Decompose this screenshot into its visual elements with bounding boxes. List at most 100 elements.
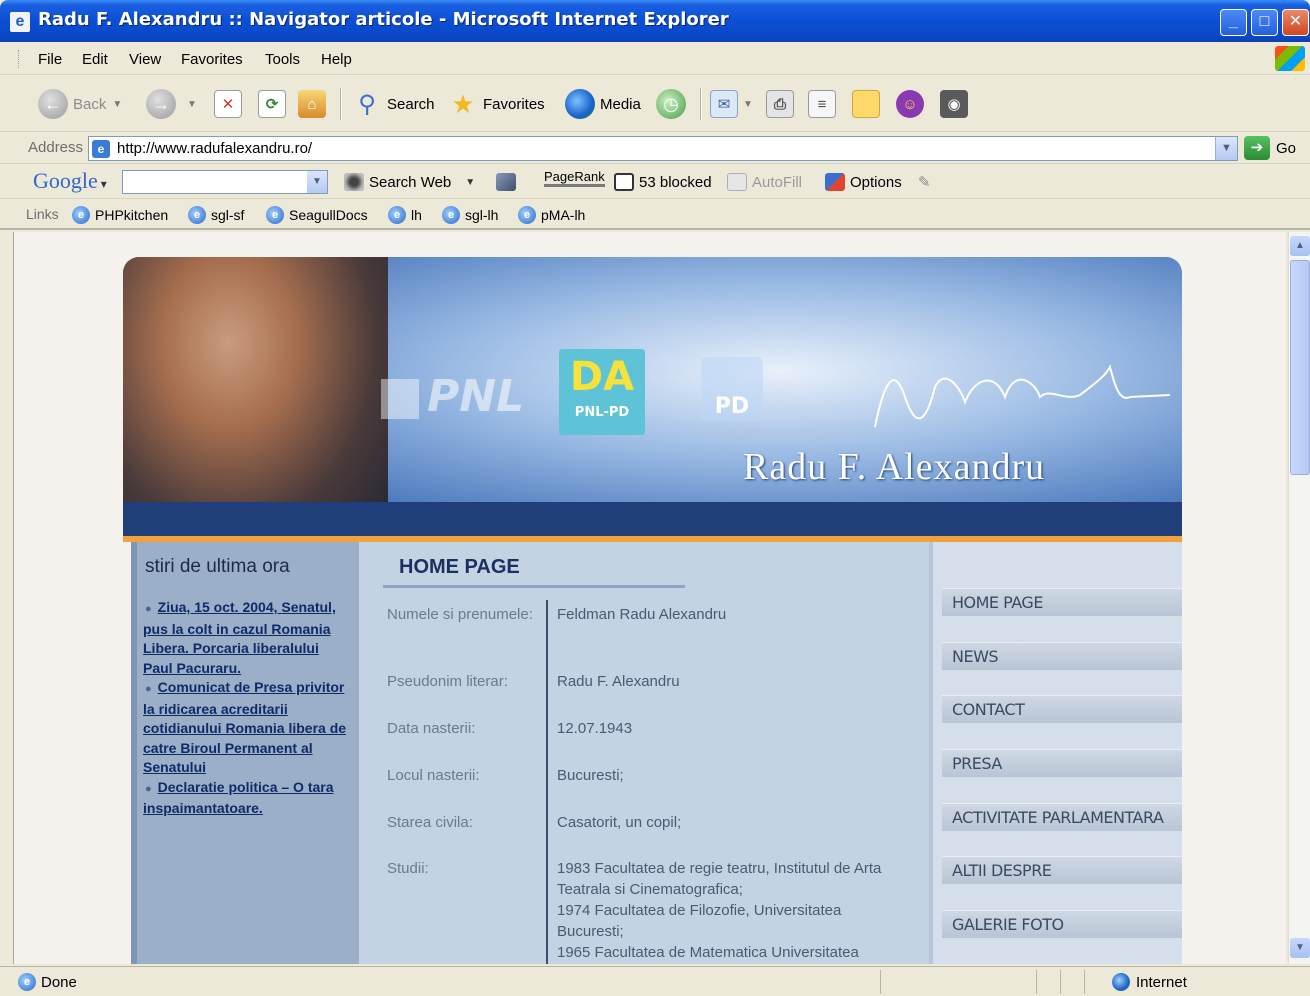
nav-home-page[interactable]: HOME PAGE — [942, 588, 1182, 616]
scroll-thumb[interactable] — [1290, 260, 1310, 475]
google-search-input[interactable]: ▼ — [122, 170, 328, 194]
popup-blocker-button[interactable]: 53 blocked — [614, 173, 712, 191]
ie-page-icon: e — [518, 206, 536, 224]
profile-value: Bucuresti; — [557, 767, 624, 784]
menu-file[interactable]: File — [38, 51, 62, 68]
google-toolbar: Google ▾ ▼ Search Web ▼ PageRank 53 bloc… — [0, 165, 1310, 199]
link-phpkitchen[interactable]: e PHPkitchen — [72, 206, 168, 224]
link-label: lh — [411, 207, 422, 223]
go-button[interactable]: ➔ Go — [1244, 136, 1296, 160]
google-search-dropdown-icon[interactable]: ▼ — [307, 171, 327, 193]
link-seagulldocs[interactable]: e SeagullDocs — [266, 206, 368, 224]
main-content: HOME PAGE Numele si prenumele: Feldman R… — [359, 542, 929, 964]
maximize-button[interactable]: □ — [1251, 9, 1278, 36]
news-link[interactable]: Declaratie politica – O tara inspaimanta… — [143, 779, 334, 817]
window-left-edge — [0, 232, 14, 964]
refresh-button[interactable]: ⟳ — [258, 86, 291, 122]
autofill-button[interactable]: AutoFill — [727, 173, 802, 191]
ie-page-icon: e — [72, 206, 90, 224]
scroll-down-icon[interactable]: ▼ — [1290, 938, 1310, 958]
vertical-scrollbar[interactable]: ▲ ▼ — [1288, 232, 1310, 964]
nav-altii-despre[interactable]: ALTII DESPRE — [942, 856, 1182, 884]
bullet-icon: ● — [145, 683, 152, 695]
status-bar: e Done Internet — [0, 966, 1310, 996]
search-web-label: Search Web — [369, 173, 452, 191]
mail-icon: ✉ — [710, 90, 738, 118]
search-web-dropdown-icon[interactable]: ▼ — [465, 177, 475, 188]
toolbar-separator — [340, 88, 342, 120]
options-button[interactable]: Options — [825, 173, 902, 191]
menu-tools[interactable]: Tools — [265, 51, 300, 68]
ie-app-icon[interactable]: e — [10, 12, 30, 32]
close-button[interactable]: ✕ — [1282, 9, 1309, 36]
website: PNL DA PNL-PD PD Radu F. Alexandru stiri… — [123, 257, 1182, 964]
search-button[interactable]: ⚲ Search — [352, 86, 434, 122]
nav-news[interactable]: NEWS — [942, 642, 1182, 670]
nav-galerie-foto[interactable]: GALERIE FOTO — [942, 910, 1182, 938]
discuss-button[interactable] — [852, 86, 885, 122]
edit-page-icon: ≡ — [808, 90, 836, 118]
link-label: pMA-lh — [541, 207, 586, 223]
internet-globe-icon — [1112, 973, 1130, 991]
mail-button[interactable]: ✉ ▼ — [710, 86, 753, 122]
forward-button[interactable]: → ▼ — [146, 86, 197, 122]
go-arrow-icon: ➔ — [1244, 136, 1270, 160]
site-owner-name: Radu F. Alexandru — [743, 446, 1046, 488]
research-button[interactable]: ◉ — [940, 86, 973, 122]
security-zone: Internet — [1112, 973, 1187, 991]
back-dropdown-icon[interactable]: ▼ — [112, 99, 122, 110]
link-pma-lh[interactable]: e pMA-lh — [518, 206, 585, 224]
profile-value: 12.07.1943 — [557, 720, 633, 737]
nav-activitate-parlamentara[interactable]: ACTIVITATE PARLAMENTARA — [942, 803, 1182, 831]
news-list: ● Ziua, 15 oct. 2004, Senatul, pus la col… — [143, 598, 349, 819]
back-arrow-icon: ← — [38, 89, 68, 119]
link-sgl-lh[interactable]: e sgl-lh — [442, 206, 498, 224]
nav-presa[interactable]: PRESA — [942, 749, 1182, 777]
forward-dropdown-icon[interactable]: ▼ — [187, 99, 197, 110]
highlight-icon[interactable]: ✎ — [918, 173, 931, 191]
search-web-button[interactable]: Search Web ▼ — [344, 173, 475, 191]
pagerank-indicator[interactable]: PageRank — [544, 169, 605, 187]
address-url[interactable]: http://www.radufalexandru.ro/ — [117, 140, 312, 157]
profile-label: Starea civila: — [387, 814, 473, 831]
stop-button[interactable]: ✕ — [214, 86, 247, 122]
nav-contact[interactable]: CONTACT — [942, 695, 1182, 723]
news-item: ● Declaratie politica – O tara inspaimant… — [143, 778, 349, 819]
messenger-icon: ☺ — [896, 90, 924, 118]
menu-favorites[interactable]: Favorites — [181, 51, 243, 68]
mail-dropdown-icon[interactable]: ▼ — [743, 99, 753, 110]
minimize-button[interactable]: _ — [1220, 9, 1247, 36]
site-nav: HOME PAGE NEWS CONTACT PRESA ACTIVITATE … — [929, 542, 1182, 964]
print-button[interactable]: ⎙ — [766, 86, 799, 122]
blocked-count: 53 blocked — [639, 173, 712, 191]
favorites-star-icon: ★ — [451, 88, 475, 119]
menu-edit[interactable]: Edit — [82, 51, 108, 68]
home-button[interactable]: ⌂ — [298, 86, 331, 122]
link-sgl-sf[interactable]: e sgl-sf — [188, 206, 244, 224]
link-lh[interactable]: e lh — [388, 206, 422, 224]
scroll-up-icon[interactable]: ▲ — [1290, 236, 1310, 256]
pnl-logo: PNL — [381, 371, 524, 422]
messenger-button[interactable]: ☺ — [896, 86, 929, 122]
news-link[interactable]: Comunicat de Presa privitor la ridicarea… — [143, 679, 346, 775]
forward-arrow-icon: → — [146, 89, 176, 119]
menu-view[interactable]: View — [129, 51, 161, 68]
refresh-icon: ⟳ — [258, 90, 286, 118]
news-link[interactable]: Ziua, 15 oct. 2004, Senatul, pus la colt… — [143, 599, 336, 676]
menu-help[interactable]: Help — [321, 51, 352, 68]
media-button[interactable]: Media — [565, 86, 641, 122]
link-label: SeagullDocs — [289, 207, 368, 223]
favorites-button[interactable]: ★ Favorites — [448, 86, 545, 122]
address-input[interactable]: e http://www.radufalexandru.ro/ ▼ — [88, 136, 1238, 161]
back-button[interactable]: ← Back ▼ — [38, 86, 122, 122]
favorites-label: Favorites — [483, 95, 545, 113]
google-logo-button[interactable]: Google ▾ — [33, 168, 107, 194]
news-button[interactable] — [496, 173, 521, 191]
address-dropdown-icon[interactable]: ▼ — [1215, 137, 1237, 160]
status-text: e Done — [18, 973, 77, 991]
pnl-arrow-icon — [381, 379, 419, 419]
history-button[interactable]: ◷ — [656, 86, 691, 122]
profile-value: Casatorit, un copil; — [557, 814, 682, 831]
toolbar-grip[interactable] — [18, 50, 21, 68]
edit-button[interactable]: ≡ — [808, 86, 841, 122]
